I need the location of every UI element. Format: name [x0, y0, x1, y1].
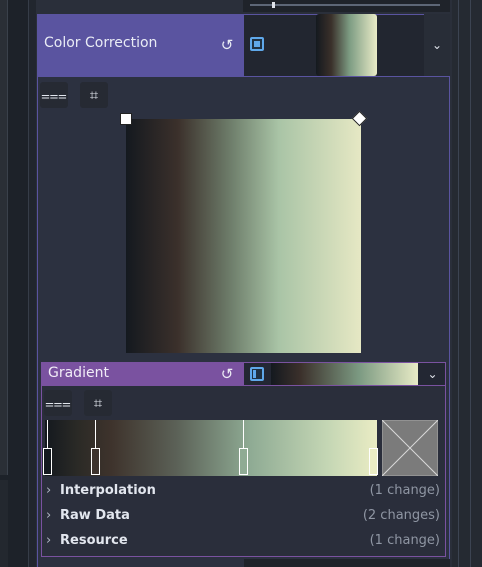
change-count: (2 changes)	[362, 508, 440, 523]
texture-icon-inner	[254, 41, 260, 47]
empty-color-icon	[382, 420, 438, 476]
reset-icon[interactable]: ↺	[218, 365, 236, 383]
section-label: Raw Data	[60, 508, 130, 523]
section-label: Interpolation	[60, 483, 156, 498]
gradient-texture-preview[interactable]	[126, 119, 361, 353]
color-correction-thumbnail[interactable]	[316, 14, 377, 76]
slider-track[interactable]	[250, 4, 440, 6]
gradient-stop-line	[95, 420, 96, 450]
gradient-stop-handle[interactable]	[239, 448, 248, 475]
section-raw-data[interactable]: › Raw Data (2 changes)	[46, 506, 440, 528]
slider-grabber[interactable]	[272, 2, 275, 8]
gradient-stop-line	[47, 420, 48, 450]
change-count: (1 change)	[369, 483, 440, 498]
divider	[470, 0, 471, 567]
change-count: (1 change)	[369, 533, 440, 548]
section-interpolation[interactable]: › Interpolation (1 change)	[46, 481, 440, 503]
chevron-down-icon[interactable]: ⌄	[424, 14, 450, 76]
color-correction-label: Color Correction	[44, 35, 158, 51]
gradient-stop-handle[interactable]	[43, 448, 52, 475]
chevron-down-icon[interactable]: ⌄	[420, 363, 445, 385]
gradient-stop-handle[interactable]	[369, 448, 378, 475]
curve-point-handle[interactable]	[120, 113, 132, 125]
gradient-thumbnail[interactable]	[271, 363, 418, 385]
scrollbar-track[interactable]	[452, 0, 482, 567]
gradient-resource-icon-inner	[253, 370, 256, 378]
viewport-edge-lower	[0, 480, 8, 567]
section-label: Resource	[60, 533, 128, 548]
curve-preset-icon[interactable]: ⩶	[40, 82, 68, 108]
next-property[interactable]	[244, 559, 450, 567]
chevron-right-icon: ›	[46, 508, 52, 523]
reset-icon[interactable]: ↺	[218, 36, 236, 54]
viewport-edge	[0, 0, 8, 475]
divider	[458, 0, 459, 567]
gradient-stop-handle[interactable]	[91, 448, 100, 475]
reverse-icon[interactable]: ⩶	[44, 390, 72, 416]
chevron-right-icon: ›	[46, 533, 52, 548]
chevron-right-icon: ›	[46, 483, 52, 498]
gradient-stop-line	[243, 420, 244, 450]
grid-snap-icon[interactable]: ⌗	[84, 390, 112, 416]
selected-stop-color-preview[interactable]	[382, 420, 438, 476]
grid-snap-icon[interactable]: ⌗	[80, 82, 108, 108]
section-resource[interactable]: › Resource (1 change)	[46, 531, 440, 553]
gradient-label: Gradient	[48, 365, 109, 381]
